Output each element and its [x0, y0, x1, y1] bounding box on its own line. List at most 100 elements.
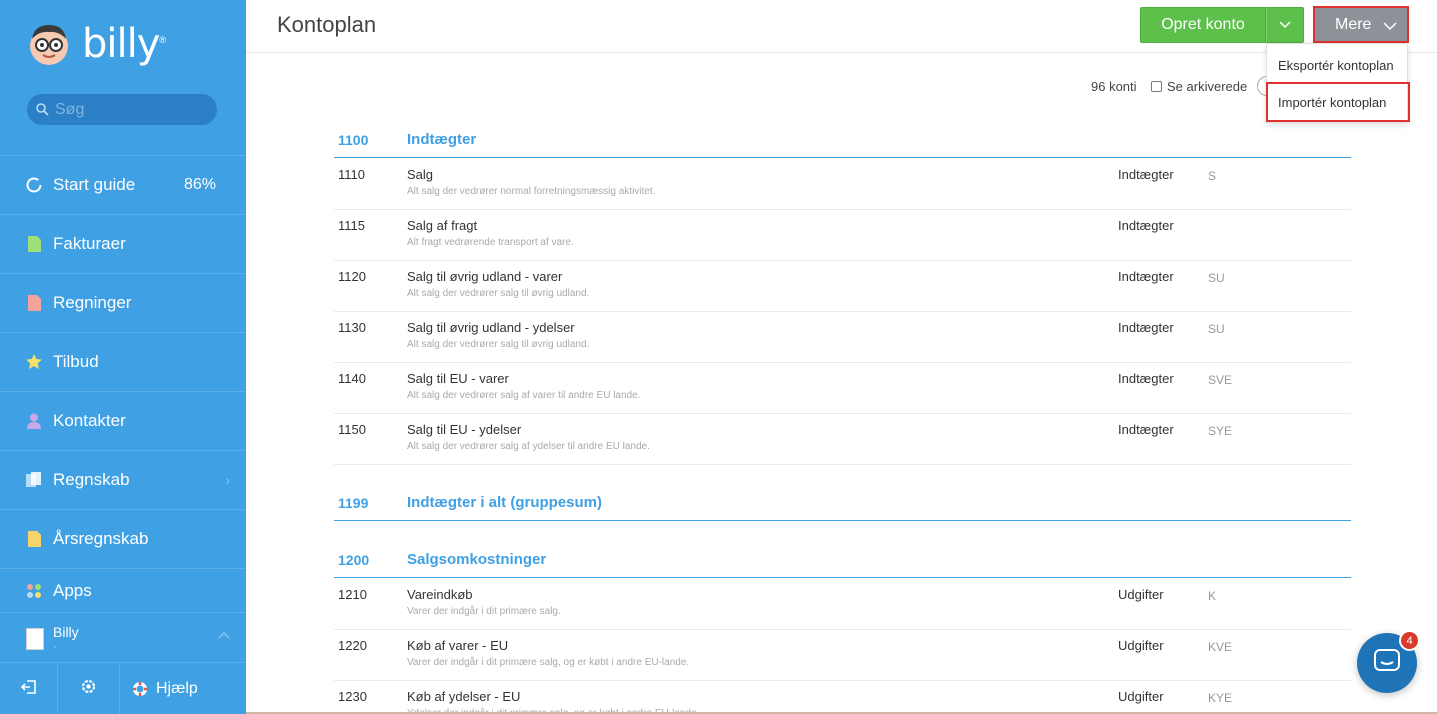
sidebar-item-label: Regninger [53, 293, 132, 312]
table-row[interactable]: 1110 Salg Alt salg der vedrører normal for… [334, 159, 1351, 210]
account-type: Udgifter [1118, 638, 1164, 653]
account-type: Udgifter [1118, 587, 1164, 602]
sidebar-item-label: Apps [53, 581, 92, 600]
table-row[interactable]: 1230 Køb af ydelser - EU Ydelser der indgå… [334, 681, 1351, 714]
group-name: Indtægter [407, 131, 477, 148]
search-icon [36, 103, 49, 116]
account-count: 96 konti [1091, 79, 1137, 94]
progress-percent: 86% [183, 176, 216, 193]
account-name: Køb af ydelser - EU [407, 689, 521, 704]
invoice-icon [26, 235, 42, 253]
logout-icon [20, 679, 37, 699]
table-row[interactable]: 1140 Salg til EU - varer Alt salg der vedr… [334, 363, 1351, 414]
account-name: Køb af varer - EU [407, 638, 509, 653]
search-box[interactable] [27, 94, 217, 125]
sidebar-item-label: Tilbud [53, 352, 99, 371]
account-description: Alt salg der vedrører salg af ydelser ti… [407, 441, 650, 452]
export-chart-of-accounts-item[interactable]: Eksportér kontoplan [1267, 47, 1409, 83]
chevron-down-icon [1279, 16, 1291, 34]
account-number: 1230 [338, 689, 367, 704]
gear-icon [80, 678, 97, 700]
sidebar-item-tilbud[interactable]: Tilbud [0, 332, 246, 391]
account-name: Salg til øvrig udland - ydelser [407, 320, 575, 335]
sidebar-item-apps[interactable]: Apps [0, 568, 246, 613]
table-row[interactable]: 1150 Salg til EU - ydelser Alt salg der ve… [334, 414, 1351, 465]
more-button[interactable]: Mere [1313, 6, 1409, 43]
show-archived-toggle[interactable]: Se arkiverede [1151, 79, 1247, 94]
import-chart-of-accounts-item[interactable]: Importér kontoplan [1266, 82, 1410, 122]
user-switcher[interactable]: Billy · [0, 612, 246, 660]
account-name: Vareindkøb [407, 587, 473, 602]
billy-face-icon [26, 21, 72, 67]
more-dropdown-menu: Eksportér kontoplan Importér kontoplan [1266, 43, 1410, 123]
avatar [26, 628, 44, 650]
account-type: Indtægter [1118, 422, 1174, 437]
billy-logo[interactable]: billy ® [26, 16, 166, 72]
account-number: 1140 [338, 371, 366, 386]
account-name: Salg til EU - varer [407, 371, 509, 386]
account-description: Alt salg der vedrører salg af varer til … [407, 390, 641, 401]
chat-unread-badge: 4 [1399, 630, 1420, 651]
show-archived-checkbox[interactable] [1151, 81, 1162, 92]
account-name: Salg til EU - ydelser [407, 422, 522, 437]
vat-code: SVE [1208, 373, 1233, 387]
account-description: Alt salg der vedrører salg til øvrig udl… [407, 288, 590, 299]
user-name: Billy [53, 624, 79, 640]
search-input[interactable] [55, 100, 205, 119]
page-header: Kontoplan Opret konto Mere [246, 0, 1437, 53]
show-archived-label: Se arkiverede [1167, 79, 1248, 94]
vat-code: K [1208, 589, 1217, 603]
sidebar-item-label: Regnskab [53, 470, 130, 489]
account-type: Indtægter [1118, 371, 1174, 386]
account-number: 1115 [338, 218, 365, 233]
account-name: Salg [407, 167, 434, 182]
registered-mark: ® [159, 35, 167, 45]
chevron-right-icon: › [225, 472, 230, 488]
vat-code: KVE [1208, 640, 1233, 654]
star-icon [26, 353, 42, 371]
chat-icon [1374, 648, 1400, 678]
group-header: 1200 Salgsomkostninger [334, 548, 1351, 578]
vat-code: S [1208, 169, 1217, 183]
sidebar-item-label: Kontakter [53, 411, 126, 430]
logout-button[interactable] [0, 663, 58, 714]
sidebar-item-start-guide[interactable]: Start guide 86% [0, 155, 246, 214]
annual-report-icon [26, 530, 42, 548]
sidebar-item-fakturaer[interactable]: Fakturaer [0, 214, 246, 273]
account-name: Salg af fragt [407, 218, 478, 233]
sidebar-item-label: Fakturaer [53, 234, 126, 253]
create-account-dropdown-button[interactable] [1266, 7, 1304, 43]
table-row[interactable]: 1130 Salg til øvrig udland - ydelser Alt s… [334, 312, 1351, 363]
sidebar-item-arsregnskab[interactable]: Årsregnskab [0, 509, 246, 568]
sidebar-item-regnskab[interactable]: Regnskab › [0, 450, 246, 509]
sidebar-item-label: Start guide [53, 175, 136, 194]
table-row[interactable]: 1120 Salg til øvrig udland - varer Alt sal… [334, 261, 1351, 312]
table-row[interactable]: 1220 Køb af varer - EU Varer der indgår i … [334, 630, 1351, 681]
person-icon [26, 412, 42, 430]
help-button[interactable]: Hjælp [120, 663, 246, 714]
table-row[interactable]: 1210 Vareindkøb Varer der indgår i dit pri… [334, 579, 1351, 630]
ledger-icon [26, 471, 42, 489]
create-account-button[interactable]: Opret konto [1140, 7, 1266, 43]
account-description: Varer der indgår i dit primære salg, og … [407, 657, 690, 668]
group-name: Indtægter i alt (gruppesum) [407, 494, 602, 511]
sidebar-item-regninger[interactable]: Regninger [0, 273, 246, 332]
account-description: Alt fragt vedrørende transport af vare. [407, 237, 574, 248]
chevron-down-icon [1383, 18, 1397, 36]
chevron-up-icon [218, 628, 230, 642]
vat-code: SU [1208, 271, 1225, 285]
group-number: 1100 [338, 132, 369, 148]
sidebar: billy® Start guide 86% Fakturaer Regning… [0, 0, 246, 714]
group-header: 1199 Indtægter i alt (gruppesum) [334, 491, 1351, 521]
settings-button[interactable] [58, 663, 120, 714]
sidebar-item-kontakter[interactable]: Kontakter [0, 391, 246, 450]
sidebar-bottom-bar: Hjælp [0, 662, 246, 714]
account-number: 1120 [338, 269, 366, 284]
lifebuoy-icon [132, 681, 148, 697]
table-row[interactable]: 1115 Salg af fragt Alt fragt vedrørende tr… [334, 210, 1351, 261]
account-type: Indtægter [1118, 167, 1174, 182]
bill-icon [26, 294, 42, 312]
account-type: Indtægter [1118, 269, 1174, 284]
apps-icon [26, 582, 42, 600]
page-title: Kontoplan [277, 12, 377, 37]
